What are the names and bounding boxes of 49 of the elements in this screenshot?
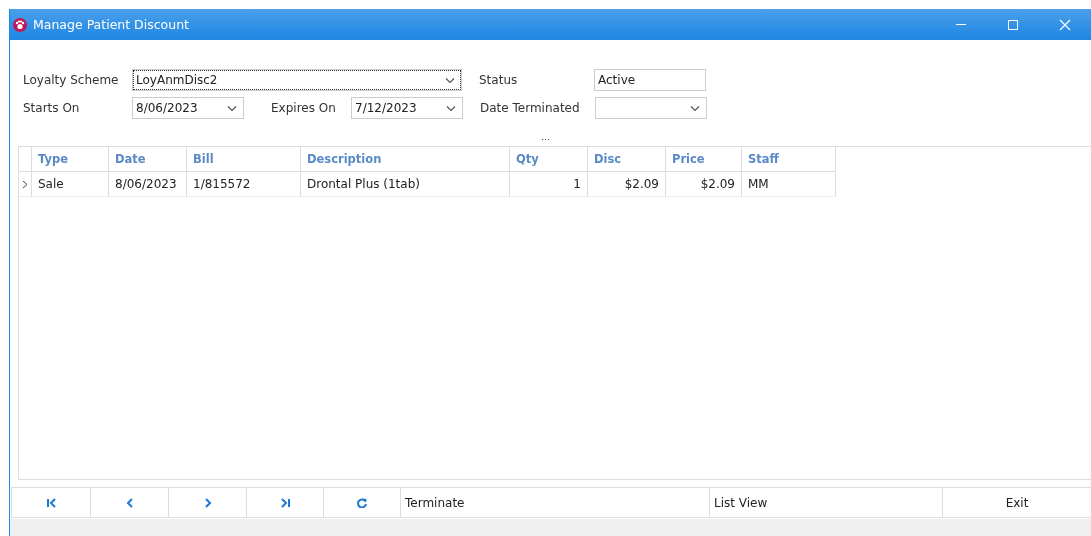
minimize-icon <box>956 24 966 25</box>
paw-icon <box>13 17 27 32</box>
dropdown[interactable]: LoyAnmDisc2 <box>132 69 462 91</box>
first-button[interactable] <box>11 487 90 518</box>
maximize-icon <box>1007 18 1019 31</box>
field-label: Loyalty Scheme <box>23 73 120 87</box>
refresh-icon <box>356 497 368 508</box>
column-header[interactable]: Type <box>32 147 109 172</box>
field-label: Date Terminated <box>480 101 581 115</box>
column-header[interactable]: Bill <box>187 147 301 172</box>
toolbar-button[interactable]: Terminate <box>400 487 709 518</box>
column-header[interactable]: Disc <box>588 147 666 172</box>
previous-button[interactable] <box>90 487 168 518</box>
column-header[interactable]: Date <box>109 147 187 172</box>
table-cell: Sale <box>32 172 109 197</box>
dropdown-caret-icon <box>446 104 456 112</box>
dropdown[interactable]: 8/06/2023 <box>132 97 244 119</box>
next-icon <box>203 497 212 508</box>
column-header[interactable]: Price <box>666 147 742 172</box>
toolbar-button[interactable]: Exit <box>942 487 1091 518</box>
last-button[interactable] <box>246 487 323 518</box>
first-icon <box>45 497 57 508</box>
field-label: Status <box>479 73 519 87</box>
next-button[interactable] <box>168 487 246 518</box>
table-cell: MM <box>742 172 836 197</box>
field-label: Starts On <box>23 101 81 115</box>
table-cell: 1/815572 <box>187 172 301 197</box>
dropdown-caret-icon <box>445 76 455 84</box>
table-cell: $2.09 <box>666 172 742 197</box>
column-header[interactable]: Description <box>301 147 510 172</box>
column-header[interactable]: Qty <box>510 147 588 172</box>
field-label: Expires On <box>271 101 337 115</box>
table-cell: Drontal Plus (1tab) <box>301 172 510 197</box>
dropdown-caret-icon <box>227 104 237 112</box>
splitter-handle[interactable]: ... <box>541 133 550 146</box>
column-header[interactable]: Staff <box>742 147 836 172</box>
table-cell: 8/06/2023 <box>109 172 187 197</box>
last-icon <box>279 497 291 508</box>
dropdown[interactable]: 7/12/2023 <box>351 97 463 119</box>
status-field[interactable]: Active <box>594 69 706 91</box>
dropdown-caret-icon <box>690 104 700 112</box>
window-title: Manage Patient Discount <box>33 17 189 32</box>
toolbar-button[interactable]: List View <box>709 487 942 518</box>
dropdown[interactable] <box>595 97 707 119</box>
close-icon <box>1059 18 1071 31</box>
table-cell: 1 <box>510 172 588 197</box>
refresh-button[interactable] <box>323 487 400 518</box>
table-cell: $2.09 <box>588 172 666 197</box>
previous-icon <box>125 497 134 508</box>
